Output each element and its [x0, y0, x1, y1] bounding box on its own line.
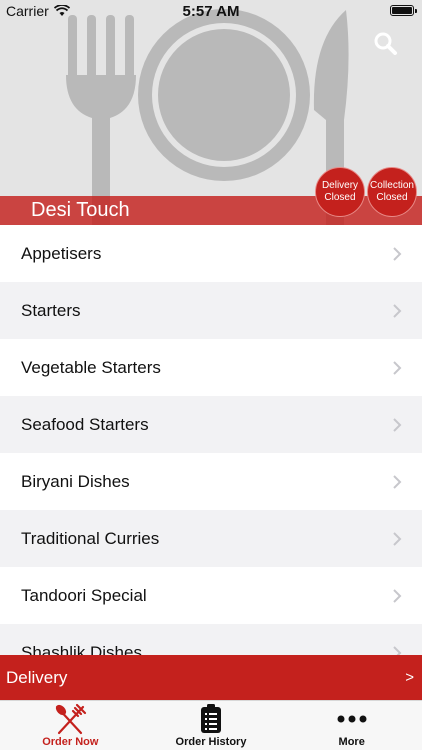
delivery-badge-line2: Closed [324, 192, 356, 203]
search-button[interactable] [373, 31, 399, 57]
menu-item-label: Starters [21, 300, 81, 320]
collection-badge-line2: Closed [376, 192, 408, 203]
restaurant-name: Desi Touch [31, 199, 130, 221]
menu-item-appetisers[interactable]: Appetisers [0, 225, 422, 282]
menu-item-seafood-starters[interactable]: Seafood Starters [0, 396, 422, 453]
more-dots-icon [337, 715, 367, 723]
delivery-mode-bar[interactable]: Delivery > [0, 655, 422, 700]
chevron-right-icon [393, 303, 402, 318]
tab-label: Order History [175, 736, 247, 748]
menu-item-traditional-curries[interactable]: Traditional Curries [0, 510, 422, 567]
tab-order-now[interactable]: Order Now [0, 701, 141, 750]
chevron-right-icon [393, 531, 402, 546]
fork-knife-icon [56, 703, 87, 735]
menu-item-label: Tandoori Special [21, 585, 147, 605]
clipboard-list-icon [201, 704, 221, 733]
battery-icon [390, 5, 417, 16]
tab-label: More [338, 736, 365, 748]
status-bar: Carrier 5:57 AM [0, 0, 422, 22]
tab-more[interactable]: More [281, 701, 422, 750]
chevron-right-icon [393, 417, 402, 432]
menu-item-biryani-dishes[interactable]: Biryani Dishes [0, 453, 422, 510]
chevron-right-icon [393, 246, 402, 261]
delivery-badge-line1: Delivery [321, 180, 359, 191]
menu-item-tandoori-special[interactable]: Tandoori Special [0, 567, 422, 624]
menu-item-vegetable-starters[interactable]: Vegetable Starters [0, 339, 422, 396]
collection-status-badge: Collection Closed [367, 167, 417, 217]
restaurant-header: Desi Touch Delivery Closed Collection Cl… [0, 0, 422, 225]
chevron-right-icon [393, 645, 402, 655]
menu-item-label: Shashlik Dishes [21, 642, 142, 656]
collection-badge-line1: Collection [370, 180, 414, 191]
menu-item-label: Vegetable Starters [21, 357, 161, 377]
tab-label: Order Now [42, 736, 99, 748]
menu-item-starters[interactable]: Starters [0, 282, 422, 339]
menu-item-label: Biryani Dishes [21, 471, 130, 491]
tab-bar: Order Now Order History More [0, 700, 422, 750]
chevron-right-icon [393, 474, 402, 489]
menu-item-shashlik-dishes[interactable]: Shashlik Dishes [0, 624, 422, 655]
menu-item-label: Traditional Curries [21, 528, 160, 548]
search-icon [374, 32, 397, 55]
delivery-arrow: > [405, 669, 414, 686]
menu-item-label: Seafood Starters [21, 414, 149, 434]
chevron-right-icon [393, 360, 402, 375]
tab-order-history[interactable]: Order History [141, 701, 282, 750]
delivery-label: Delivery [6, 667, 68, 687]
delivery-status-badge: Delivery Closed [315, 167, 365, 217]
menu-item-label: Appetisers [21, 243, 102, 263]
chevron-right-icon [393, 588, 402, 603]
clock: 5:57 AM [182, 3, 240, 20]
menu-category-list[interactable]: Appetisers Starters Vegetable Starters S… [0, 225, 422, 655]
